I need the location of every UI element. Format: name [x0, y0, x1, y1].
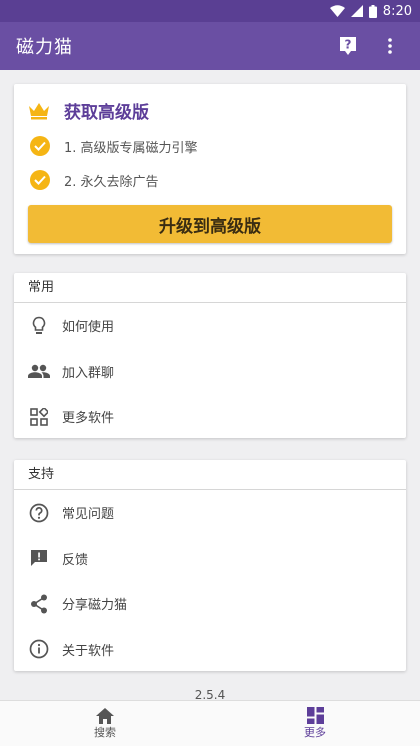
menu-item-how-to-use[interactable]: 如何使用: [14, 303, 406, 349]
menu-item-share[interactable]: 分享磁力猫: [14, 581, 406, 627]
menu-item-faq[interactable]: 常见问题: [14, 490, 406, 536]
home-icon: [96, 707, 114, 724]
help-button[interactable]: ?: [332, 30, 364, 62]
tab-search[interactable]: 搜索: [0, 701, 210, 746]
tab-label: 搜索: [94, 725, 116, 739]
menu-item-about[interactable]: 关于软件: [14, 627, 406, 673]
status-bar: 8:20: [0, 0, 420, 22]
menu-item-label: 关于软件: [62, 643, 115, 659]
help-box-icon: ?: [340, 37, 356, 55]
check-circle-icon: [30, 136, 50, 156]
tab-more[interactable]: 更多: [210, 701, 420, 746]
menu-item-join-group[interactable]: 加入群聊: [14, 349, 406, 395]
premium-feature-label: 2. 永久去除广告: [64, 174, 159, 190]
premium-feature-item: 2. 永久去除广告: [30, 170, 159, 190]
upgrade-button[interactable]: 升级到高级版: [28, 205, 392, 243]
status-time: 8:20: [382, 3, 412, 19]
svg-text:?: ?: [345, 38, 352, 52]
menu-item-label: 常见问题: [62, 507, 115, 523]
app-title: 磁力猫: [16, 37, 73, 58]
premium-card: 获取高级版 1. 高级版专属磁力引擎 2. 永久去除广告 升级到高级版: [14, 84, 406, 254]
info-icon: [28, 638, 50, 660]
app-bar: 磁力猫 ?: [0, 22, 420, 70]
common-section: 常用 如何使用 加入群聊 更多软件: [14, 273, 406, 438]
more-vert-icon: [388, 38, 392, 54]
menu-item-label: 分享磁力猫: [62, 598, 128, 614]
premium-heading: 获取高级版: [64, 103, 149, 123]
tab-label: 更多: [304, 726, 326, 739]
menu-item-label: 更多软件: [62, 411, 115, 427]
feedback-icon: [28, 547, 50, 569]
dashboard-icon: [306, 707, 324, 724]
battery-icon: [368, 4, 377, 18]
section-title: 支持: [14, 460, 406, 490]
people-icon: [28, 360, 50, 382]
share-icon: [28, 593, 50, 615]
premium-header: 获取高级版: [28, 98, 149, 123]
menu-item-label: 加入群聊: [62, 365, 115, 381]
wifi-icon: [329, 5, 345, 17]
section-title: 常用: [14, 273, 406, 303]
menu-item-more-apps[interactable]: 更多软件: [14, 394, 406, 440]
bottom-navigation: 搜索 更多: [0, 700, 420, 746]
check-circle-icon: [30, 170, 50, 190]
crown-icon: [29, 102, 49, 119]
menu-item-label: 反馈: [62, 552, 89, 568]
lightbulb-icon: [28, 315, 50, 337]
apps-icon: [28, 406, 50, 428]
premium-feature-label: 1. 高级版专属磁力引擎: [64, 140, 198, 156]
menu-item-feedback[interactable]: 反馈: [14, 536, 406, 582]
overflow-menu-button[interactable]: [374, 30, 406, 62]
support-section: 支持 常见问题 反馈 分享磁力猫 关于软件: [14, 460, 406, 671]
signal-icon: [350, 5, 363, 17]
premium-feature-item: 1. 高级版专属磁力引擎: [30, 136, 198, 156]
menu-item-label: 如何使用: [62, 320, 115, 336]
help-circle-icon: [28, 502, 50, 524]
